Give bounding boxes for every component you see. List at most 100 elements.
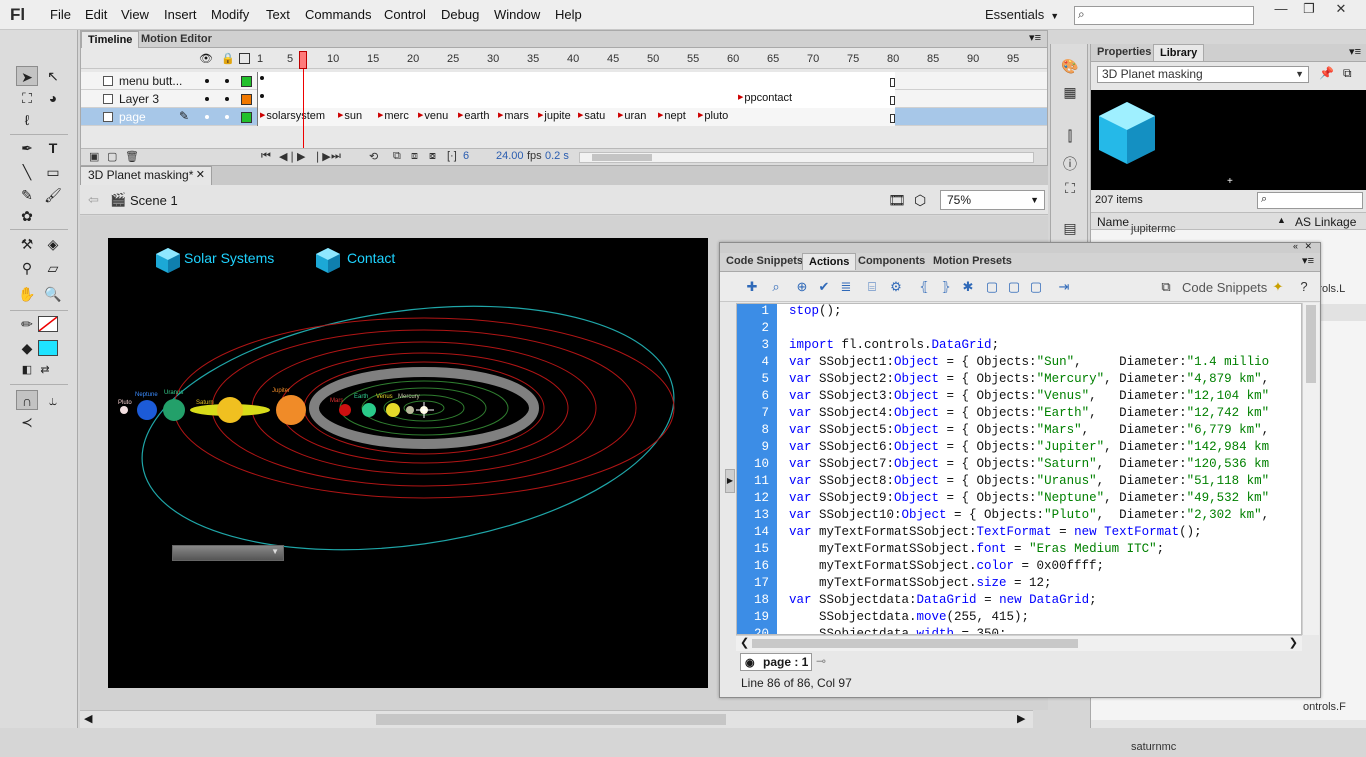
onion-skin-icon[interactable]: ⧉: [393, 150, 401, 163]
panel-menu-icon[interactable]: ▾≡: [1302, 254, 1314, 267]
3d-rotation-tool-icon[interactable]: ◕: [42, 88, 64, 108]
stage-hscroll[interactable]: ◀ ▶: [80, 710, 1033, 728]
list-item[interactable]: saturnmc: [1091, 740, 1366, 757]
selection-tool-icon[interactable]: ➤: [16, 66, 38, 86]
scroll-left-icon[interactable]: ❮: [740, 636, 749, 649]
close-icon[interactable]: ✕: [1304, 241, 1312, 252]
layer-frames[interactable]: solarsystem sun merc venu earth mars jup…: [257, 108, 895, 126]
modify-markers-icon[interactable]: [·]: [447, 150, 457, 162]
tab-code-snippets[interactable]: Code Snippets: [720, 253, 809, 270]
code-line[interactable]: 5 var SSobject2:Object = { Objects:"Mercu…: [737, 372, 1301, 389]
code-line[interactable]: 12 var SSobject9:Object = { Objects:"Nept…: [737, 491, 1301, 508]
find-icon[interactable]: ⌕: [768, 279, 784, 295]
lock-icon[interactable]: 🔒: [221, 52, 235, 65]
code-line[interactable]: 14 var myTextFormatSSobject:TextFormat = …: [737, 525, 1301, 542]
scroll-right-icon[interactable]: ❯: [1289, 636, 1298, 649]
script-tab[interactable]: ◉ page : 1: [740, 653, 812, 671]
menu-insert[interactable]: Insert: [164, 7, 197, 22]
snap-to-objects-icon[interactable]: ∩: [16, 390, 38, 410]
menu-view[interactable]: View: [121, 7, 149, 22]
nav-contact[interactable]: Contact: [347, 250, 395, 272]
code-line[interactable]: 4 var SSobject1:Object = { Objects:"Sun",…: [737, 355, 1301, 372]
stroke-color-icon[interactable]: ✏: [16, 314, 38, 334]
scroll-left-icon[interactable]: ◀: [84, 712, 92, 725]
code-line[interactable]: 20 SSobjectdata.width = 350;: [737, 627, 1301, 634]
tab-library[interactable]: Library: [1153, 44, 1205, 61]
collapse-icon[interactable]: «: [1293, 241, 1298, 251]
library-search-input[interactable]: ⌕: [1257, 192, 1363, 209]
code-line[interactable]: 17 myTextFormatSSobject.size = 12;: [737, 576, 1301, 593]
eyedropper-tool-icon[interactable]: ⚲: [16, 258, 38, 278]
scroll-thumb[interactable]: [1306, 305, 1316, 383]
code-line[interactable]: 18 var SSobjectdata:DataGrid = new DataGr…: [737, 593, 1301, 610]
pin-library-icon[interactable]: 📌: [1319, 66, 1334, 80]
onion-outlines-icon[interactable]: ⧈: [411, 150, 418, 163]
code-snippets-link[interactable]: Code Snippets: [1182, 280, 1267, 295]
menu-commands[interactable]: Commands: [305, 7, 371, 22]
swatches-panel-icon[interactable]: ▦: [1060, 84, 1080, 102]
tab-motion-presets[interactable]: Motion Presets: [927, 253, 1018, 270]
menu-control[interactable]: Control: [384, 7, 426, 22]
code-line[interactable]: 11 var SSobject8:Object = { Objects:"Uran…: [737, 474, 1301, 491]
go-to-last-frame-icon[interactable]: ⏭: [331, 150, 341, 163]
scroll-thumb[interactable]: [376, 714, 726, 725]
remove-comment-icon[interactable]: ▢: [1028, 279, 1044, 295]
scroll-thumb[interactable]: [592, 154, 652, 161]
tab-motion-editor[interactable]: Motion Editor: [135, 31, 218, 48]
editor-vscroll[interactable]: [1302, 303, 1319, 635]
go-to-first-frame-icon[interactable]: ⏮: [261, 150, 271, 163]
eraser-tool-icon[interactable]: ▱: [42, 258, 64, 278]
wizard-wand-icon[interactable]: ✦: [1270, 279, 1286, 295]
list-item[interactable]: ontrols.F: [1091, 700, 1366, 717]
document-tab[interactable]: 3D Planet masking* ✕: [80, 166, 212, 185]
current-frame[interactable]: 6: [463, 150, 469, 162]
line-tool-icon[interactable]: ╲: [16, 162, 38, 182]
code-line[interactable]: 15 myTextFormatSSobject.font = "Eras Med…: [737, 542, 1301, 559]
playhead[interactable]: [299, 51, 307, 69]
lock-dot[interactable]: [225, 97, 229, 101]
zoom-select[interactable]: 75% ▼: [940, 190, 1045, 210]
tab-properties[interactable]: Properties: [1091, 44, 1157, 61]
show-code-hint-icon[interactable]: ⌸: [864, 279, 880, 295]
pen-tool-icon[interactable]: ✒: [16, 138, 38, 158]
close-window-button[interactable]: ✕: [1326, 0, 1356, 20]
new-layer-icon[interactable]: ▣: [89, 150, 99, 163]
new-library-panel-icon[interactable]: ⧉: [1343, 66, 1352, 81]
menu-modify[interactable]: Modify: [211, 7, 249, 22]
minimize-button[interactable]: —: [1266, 0, 1296, 20]
expand-all-icon[interactable]: ✱: [960, 279, 976, 295]
editor-hscroll[interactable]: ❮ ❯: [736, 635, 1302, 651]
edit-multiple-frames-icon[interactable]: ⧇: [429, 150, 436, 163]
free-transform-tool-icon[interactable]: ⛶: [16, 88, 38, 108]
stage-combo-box[interactable]: ▼: [172, 545, 284, 561]
code-line[interactable]: 19 SSobjectdata.move(255, 415);: [737, 610, 1301, 627]
layer-row-page[interactable]: page ✎ solarsystem sun merc venu earth m…: [81, 108, 1047, 126]
menu-window[interactable]: Window: [494, 7, 540, 22]
apply-line-comment-icon[interactable]: ▢: [1006, 279, 1022, 295]
color-panel-icon[interactable]: 🎨: [1060, 58, 1080, 76]
code-snippets-icon[interactable]: ⧉: [1158, 279, 1174, 295]
elapsed-time[interactable]: 0.2 s: [545, 150, 569, 162]
apply-block-comment-icon[interactable]: ▢: [984, 279, 1000, 295]
straighten-icon[interactable]: ≺: [16, 412, 38, 432]
code-line[interactable]: 16 myTextFormatSSobject.color = 0x00ffff…: [737, 559, 1301, 576]
menu-help[interactable]: Help: [555, 7, 582, 22]
swap-colors-icon[interactable]: ⇄: [34, 360, 56, 380]
layer-row-menu-buttons[interactable]: menu butt...: [81, 72, 1047, 90]
lasso-tool-icon[interactable]: ℓ: [16, 110, 38, 130]
menu-edit[interactable]: Edit: [85, 7, 107, 22]
scroll-right-icon[interactable]: ▶: [1017, 712, 1025, 725]
stroke-color-swatch[interactable]: [38, 316, 58, 332]
zoom-tool-icon[interactable]: 🔍: [42, 284, 64, 304]
pin-script-icon[interactable]: ⊸: [816, 654, 826, 668]
code-line[interactable]: 7 var SSobject4:Object = { Objects:"Earth…: [737, 406, 1301, 423]
help-search-input[interactable]: ⌕: [1074, 6, 1254, 25]
restore-button[interactable]: ❐: [1294, 0, 1324, 20]
library-document-select[interactable]: 3D Planet masking ▼: [1097, 66, 1309, 83]
play-icon[interactable]: ▶: [297, 150, 305, 163]
paint-bucket-tool-icon[interactable]: ◈: [42, 234, 64, 254]
menu-debug[interactable]: Debug: [441, 7, 479, 22]
edit-symbols-icon[interactable]: ⬡: [914, 192, 926, 209]
debug-options-icon[interactable]: ⚙: [888, 279, 904, 295]
hand-tool-icon[interactable]: ✋: [16, 284, 38, 304]
